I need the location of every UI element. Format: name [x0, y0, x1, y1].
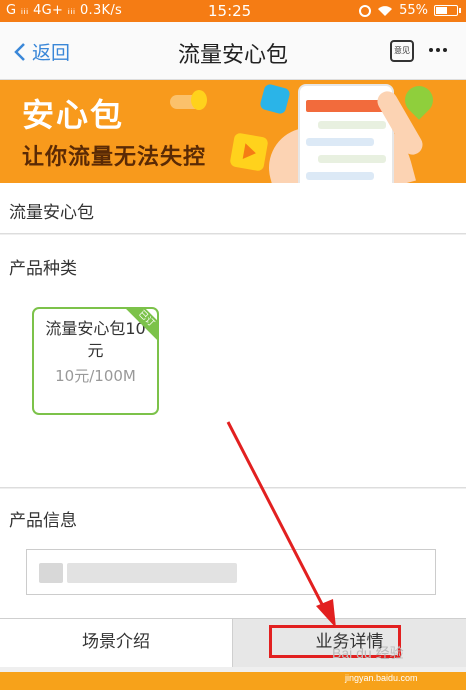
watermark-text: Bai du 经验 — [332, 645, 404, 661]
annotation-arrow — [226, 421, 336, 628]
watermark-url: jingyan.baidu.com — [345, 673, 418, 683]
